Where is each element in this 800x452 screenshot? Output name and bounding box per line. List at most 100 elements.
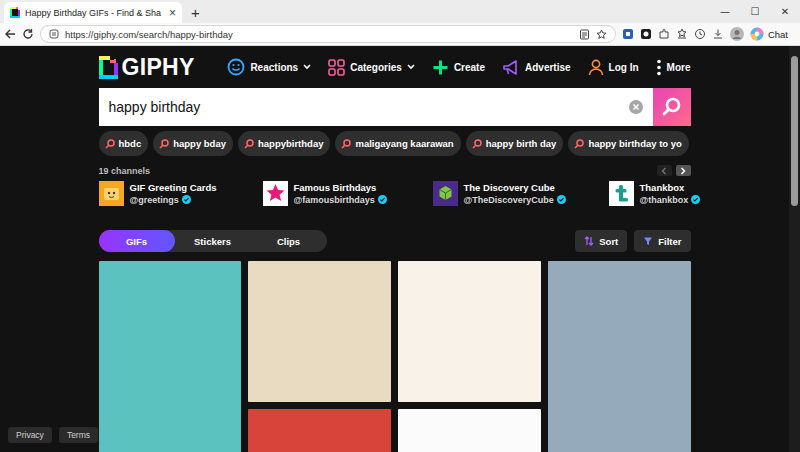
new-tab-button[interactable]: +: [191, 2, 200, 23]
refresh-icon[interactable]: [22, 28, 34, 40]
chat-label[interactable]: Chat: [768, 29, 788, 40]
search-input[interactable]: happy birthday: [99, 88, 653, 126]
copilot-chat-button[interactable]: Chat: [750, 27, 796, 41]
suggestion-pill[interactable]: maligayang kaarawan: [335, 131, 460, 156]
gif-tile[interactable]: [398, 261, 541, 402]
back-arrow-icon[interactable]: [4, 28, 16, 40]
url-text[interactable]: https://giphy.com/search/happy-birthday: [65, 29, 573, 40]
nav-item[interactable]: More: [656, 59, 691, 76]
discovery-cube-avatar-icon[interactable]: [433, 181, 458, 206]
megaphone-icon: [502, 59, 520, 76]
filter-label[interactable]: Filter: [658, 236, 681, 247]
nav-item[interactable]: Create: [432, 59, 485, 76]
nav-label[interactable]: Create: [454, 62, 485, 73]
gif-tile[interactable]: [398, 409, 541, 452]
media-tab[interactable]: Clips: [251, 230, 327, 252]
gif-grid: [99, 261, 691, 452]
suggestion-pill[interactable]: happy birth day: [466, 131, 564, 156]
profile-avatar-icon[interactable]: [730, 27, 744, 41]
gif-tile[interactable]: [548, 261, 691, 452]
smiley-icon: [227, 58, 245, 76]
channel-item[interactable]: GIF Greeting Cards@greetings: [99, 181, 263, 206]
nav-label[interactable]: Advertise: [525, 62, 571, 73]
gif-tile[interactable]: [248, 261, 391, 402]
channel-list: GIF Greeting Cards@greetingsFamous Birth…: [99, 181, 691, 206]
nav-item[interactable]: Advertise: [502, 59, 571, 76]
channel-name[interactable]: The Discovery Cube: [464, 182, 566, 194]
suggestion-text[interactable]: hbdc: [119, 138, 142, 149]
sort-label[interactable]: Sort: [599, 236, 618, 247]
downloads-icon[interactable]: [712, 28, 724, 40]
gif-tile[interactable]: [248, 409, 391, 452]
giphy-logo[interactable]: GIPHY: [99, 54, 195, 81]
gif-column: [398, 261, 541, 452]
suggestion-text[interactable]: happybirthday: [258, 138, 323, 149]
suggestion-pill[interactable]: hbdc: [99, 131, 149, 156]
channel-item[interactable]: The Discovery Cube@TheDiscoveryCube: [433, 181, 609, 206]
channel-name[interactable]: Thankbox: [640, 182, 701, 194]
nav-item[interactable]: Categories: [328, 59, 415, 76]
channel-handle[interactable]: @thankbox: [640, 194, 689, 206]
media-tab[interactable]: GIFs: [99, 230, 175, 252]
clear-search-icon[interactable]: [629, 100, 643, 114]
favorite-star-icon[interactable]: [596, 29, 607, 40]
minimize-button[interactable]: —: [710, 0, 740, 23]
channel-item[interactable]: Famous Birthdays@famousbirthdays: [263, 181, 433, 206]
search-button[interactable]: [653, 88, 691, 126]
address-field[interactable]: https://giphy.com/search/happy-birthday: [40, 25, 616, 43]
scrollbar[interactable]: [789, 46, 800, 452]
carousel-next-button[interactable]: [676, 165, 691, 176]
extensions-puzzle-icon[interactable]: [658, 28, 670, 40]
read-aloud-icon[interactable]: [579, 29, 590, 40]
carousel-arrows: [657, 165, 691, 176]
footer-link[interactable]: Terms: [59, 427, 98, 443]
logo-text[interactable]: GIPHY: [122, 54, 195, 81]
suggestion-pill[interactable]: happy birthday to yo: [568, 131, 688, 156]
channel-handle[interactable]: @TheDiscoveryCube: [464, 194, 554, 206]
nav-item[interactable]: Reactions: [227, 58, 311, 76]
extension-icon[interactable]: [622, 28, 634, 40]
gif-column: [99, 261, 242, 452]
results-toolbar: GIFsStickersClips Sort Filter: [99, 230, 691, 252]
nav-label[interactable]: More: [667, 62, 691, 73]
suggestion-text[interactable]: maligayang kaarawan: [355, 138, 453, 149]
suggestion-text[interactable]: happy birthday to yo: [588, 138, 681, 149]
nav-item[interactable]: Log In: [588, 59, 639, 76]
tab-close-button[interactable]: ×: [169, 7, 176, 19]
carousel-prev-button[interactable]: [657, 165, 672, 176]
extension-icon[interactable]: [640, 28, 652, 40]
greeting-cards-avatar-icon[interactable]: [99, 181, 124, 206]
browser-tab[interactable]: Happy Birthday GIFs - Find & Sha×: [4, 2, 182, 23]
copilot-icon: [750, 27, 764, 41]
close-window-button[interactable]: ✕: [770, 0, 800, 23]
favorites-icon[interactable]: [676, 28, 688, 40]
search-text[interactable]: happy birthday: [109, 99, 621, 115]
scrollbar-thumb[interactable]: [791, 56, 798, 206]
media-tab[interactable]: Stickers: [175, 230, 251, 252]
suggestion-text[interactable]: happy bday: [173, 138, 226, 149]
suggestion-pill[interactable]: happybirthday: [238, 131, 330, 156]
history-icon[interactable]: [694, 28, 706, 40]
site-info-icon[interactable]: [49, 29, 59, 39]
channel-handle-row: @famousbirthdays: [294, 194, 387, 206]
footer-link[interactable]: Privacy: [8, 427, 52, 443]
nav-label[interactable]: Categories: [350, 62, 402, 73]
search-small-icon: [341, 139, 351, 149]
sort-button[interactable]: Sort: [575, 230, 627, 252]
filter-button[interactable]: Filter: [634, 230, 690, 252]
suggestion-text[interactable]: happy birth day: [486, 138, 557, 149]
channel-item[interactable]: Thankbox@thankbox: [609, 181, 691, 206]
maximize-button[interactable]: ☐: [740, 0, 770, 23]
channel-name[interactable]: Famous Birthdays: [294, 182, 387, 194]
thankbox-avatar-icon[interactable]: [609, 181, 634, 206]
channel-handle[interactable]: @greetings: [130, 194, 179, 206]
channel-handle[interactable]: @famousbirthdays: [294, 194, 375, 206]
person-icon: [588, 59, 604, 76]
nav-label[interactable]: Log In: [609, 62, 639, 73]
verified-badge-icon: [557, 195, 566, 204]
gif-tile[interactable]: [99, 261, 242, 452]
suggestion-pill[interactable]: happy bday: [153, 131, 233, 156]
nav-label[interactable]: Reactions: [250, 62, 298, 73]
channel-name[interactable]: GIF Greeting Cards: [130, 182, 217, 194]
famous-birthdays-avatar-icon[interactable]: [263, 181, 288, 206]
